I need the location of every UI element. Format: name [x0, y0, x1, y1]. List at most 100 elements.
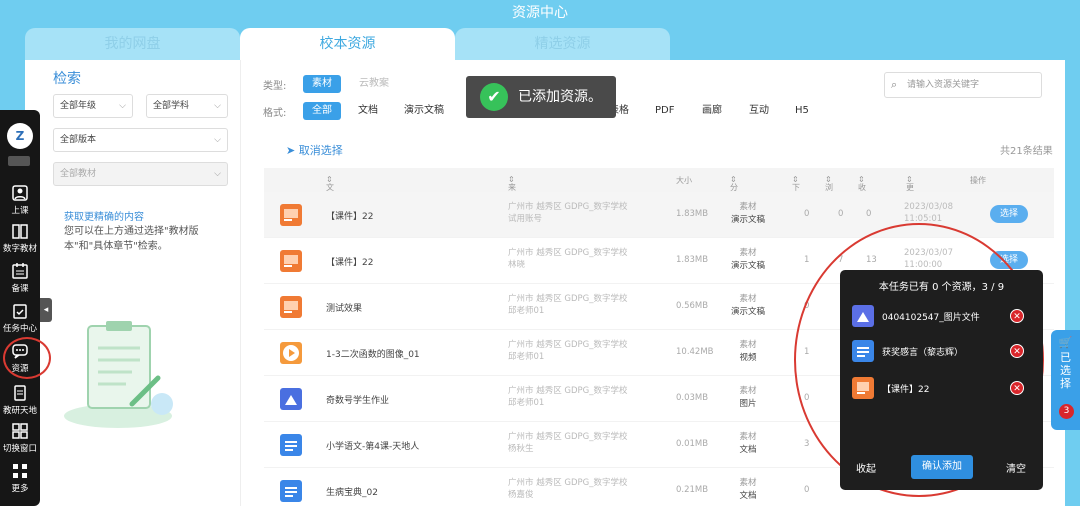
download-count: 1	[804, 255, 810, 265]
popup-title: 本任务已有 0 个资源，3 / 9	[878, 282, 1005, 293]
format-doc[interactable]: 文档	[349, 102, 387, 120]
dock-task-center[interactable]: 任务中心	[0, 302, 40, 334]
format-interactive[interactable]: 互动	[740, 102, 778, 120]
windows-icon	[11, 422, 29, 440]
video-file-icon	[280, 342, 302, 364]
dock-digital-textbook[interactable]: 数字教材	[0, 222, 40, 254]
toast-text: 已添加资源。	[518, 89, 602, 105]
col-filename[interactable]: 文件名 ⇕	[326, 175, 334, 214]
remove-icon[interactable]: ✕	[1010, 344, 1024, 358]
download-count: 3	[804, 439, 810, 449]
source-school: 广州市 越秀区 GDPG_数字学校	[508, 248, 628, 258]
app-logo: Z	[7, 123, 33, 149]
col-source[interactable]: 来源 ⇕	[508, 175, 516, 203]
tab-featured-resources[interactable]: 精选资源	[455, 28, 670, 60]
format-pdf[interactable]: PDF	[646, 102, 683, 120]
source-school: 广州市 越秀区 GDPG_数字学校	[508, 386, 628, 396]
type-option-cloud-plan[interactable]: 云教案	[350, 75, 398, 93]
filter-hint: 您可以在上方通过选择"教材版本"和"具体章节"检索。	[64, 226, 199, 252]
grade-select-value: 全部年级	[60, 101, 97, 111]
col-favorites[interactable]: 收藏 ⇕	[858, 175, 866, 203]
search-icon: ⌕	[891, 78, 898, 91]
file-name: 奇数号学生作业	[326, 396, 390, 406]
col-category[interactable]: 分类 / 格式 ⇕	[730, 175, 738, 234]
col-updated[interactable]: 更新时间 ⇕	[906, 175, 914, 225]
dock-research[interactable]: 教研天地	[0, 384, 40, 416]
grid-icon	[11, 462, 29, 480]
edition-select[interactable]: 全部版本 ⌵	[53, 128, 228, 152]
source-owner: 邱老师01	[508, 398, 545, 408]
file-size: 1.83MB	[676, 209, 709, 219]
tab-school-resources[interactable]: 校本资源	[240, 28, 455, 60]
collapse-button[interactable]: 收起	[856, 460, 876, 475]
precise-content-link[interactable]: 获取更精确的内容	[64, 208, 144, 223]
clear-button[interactable]: 清空	[1006, 460, 1026, 475]
dock-prepare[interactable]: 备课	[0, 262, 40, 294]
search-placeholder: 请输入资源关键字	[907, 80, 980, 90]
type-option-material[interactable]: 素材	[303, 75, 341, 93]
ppt-file-icon	[852, 377, 874, 399]
chevron-down-icon: ⌵	[214, 101, 221, 111]
source: 广州市 越秀区 GDPG_数字学校 邱老师01	[508, 339, 648, 363]
popup-item-label: 0404102547_图片文件	[882, 313, 980, 323]
cancel-selection-button[interactable]: ➤ 取消选择	[286, 142, 343, 158]
category-format: 文档	[739, 445, 757, 455]
select-button[interactable]: 选择	[990, 205, 1028, 223]
col-views[interactable]: 浏览 ⇕	[825, 175, 833, 203]
cancel-selection-label: 取消选择	[298, 144, 343, 157]
category-type: 素材	[739, 432, 757, 442]
chevron-down-icon: ⌵	[214, 135, 221, 145]
clipboard-check-icon	[11, 302, 29, 320]
divider	[240, 60, 241, 506]
dock-prepare-label: 备课	[11, 284, 29, 294]
calendar-icon	[11, 262, 29, 280]
col-downloads[interactable]: 下载 ⇕	[792, 175, 800, 203]
download-count: 0	[804, 485, 810, 495]
dock-class-label: 上课	[11, 206, 29, 216]
source-owner: 邱老师01	[508, 306, 545, 316]
format-presentation[interactable]: 演示文稿	[395, 102, 453, 120]
subject-select[interactable]: 全部学科 ⌵	[146, 94, 228, 118]
teacher-board-icon	[11, 184, 29, 202]
clipboard-illustration	[62, 318, 180, 430]
category-type: 素材	[739, 386, 757, 396]
popup-item-label: 获奖感言（黎志辉）	[882, 348, 964, 358]
source-owner: 杨秋生	[508, 444, 534, 454]
file-name: 小学语文-第4课-天地人	[326, 442, 420, 452]
popup-item-label: 【课件】22	[882, 385, 930, 395]
source-school: 广州市 越秀区 GDPG_数字学校	[508, 478, 628, 488]
source: 广州市 越秀区 GDPG_数字学校 邱老师01	[508, 293, 648, 317]
dock-class[interactable]: 上课	[0, 184, 40, 216]
table-header: 文件名 ⇕ 来源 ⇕ 大小 分类 / 格式 ⇕ 下载 ⇕ 浏览 ⇕ 收藏 ⇕ 更…	[264, 168, 1054, 234]
image-file-icon	[280, 388, 302, 410]
remove-icon[interactable]: ✕	[1010, 309, 1024, 323]
category-format: 视频	[739, 353, 757, 363]
dock-switch-window[interactable]: 切换窗口	[0, 422, 40, 454]
cart-icon: 🛒	[1058, 336, 1073, 349]
download-count: 0	[804, 209, 810, 219]
highlight-circle-resources	[3, 337, 51, 379]
source-school: 广州市 越秀区 GDPG_数字学校	[508, 340, 628, 350]
category-type: 素材	[739, 202, 757, 212]
source-owner: 林晓	[508, 260, 526, 270]
dock-collapse-button[interactable]: ◂	[40, 298, 52, 322]
category-type: 素材	[739, 248, 757, 258]
confirm-add-button[interactable]: 确认添加	[911, 455, 973, 479]
tab-my-drive[interactable]: 我的网盘	[25, 28, 240, 60]
selected-drawer-tab[interactable]: 🛒 已选择 3	[1051, 330, 1080, 430]
dock-more[interactable]: 更多	[0, 462, 40, 494]
search-input[interactable]: ⌕ 请输入资源关键字	[884, 72, 1042, 98]
view-count: 0	[838, 209, 844, 219]
user-avatar[interactable]	[8, 156, 30, 166]
format-gallery[interactable]: 画廊	[693, 102, 731, 120]
format-h5[interactable]: H5	[786, 102, 818, 120]
textbook-select[interactable]: 全部教材 ⌵	[53, 162, 228, 186]
category-type: 素材	[739, 340, 757, 350]
remove-icon[interactable]: ✕	[1010, 381, 1024, 395]
success-toast: ✔ 已添加资源。	[466, 76, 616, 118]
format-all[interactable]: 全部	[303, 102, 341, 120]
grade-select[interactable]: 全部年级 ⌵	[53, 94, 133, 118]
document-icon	[11, 384, 29, 402]
file-name: 【课件】22	[326, 212, 374, 222]
category: 素材 演示文稿	[724, 201, 772, 227]
